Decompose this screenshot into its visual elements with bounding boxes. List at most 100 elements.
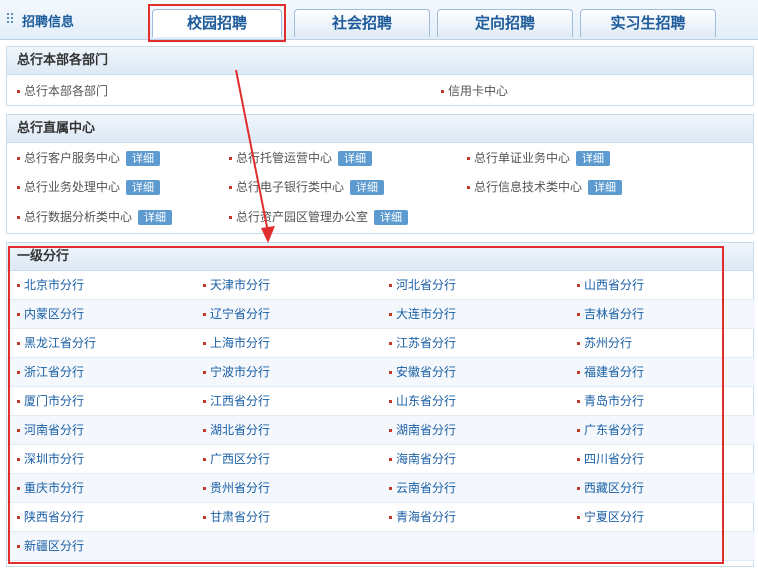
branch-link[interactable]: 贵州省分行	[203, 474, 270, 503]
link-center[interactable]: 总行单证业务中心	[474, 151, 570, 165]
table-row: 河南省分行 湖北省分行 湖南省分行 广东省分行	[7, 416, 755, 445]
list-item[interactable]: 总行本部各部门	[17, 82, 108, 99]
link-hq-departments[interactable]: 总行本部各部门	[24, 84, 108, 98]
branch-link[interactable]: 厦门市分行	[17, 387, 84, 416]
branch-link[interactable]: 广西区分行	[203, 445, 270, 474]
detail-button[interactable]: 详细	[338, 151, 373, 166]
detail-button[interactable]: 详细	[138, 210, 173, 225]
bullet-icon	[203, 458, 206, 461]
tab-social-recruitment[interactable]: 社会招聘	[294, 9, 430, 37]
tab-targeted-recruitment[interactable]: 定向招聘	[437, 9, 573, 37]
detail-button[interactable]: 详细	[126, 180, 161, 195]
bullet-icon	[577, 400, 580, 403]
branch-link[interactable]: 黑龙江省分行	[17, 329, 96, 358]
branch-label: 厦门市分行	[24, 394, 85, 408]
branch-link[interactable]: 湖北省分行	[203, 416, 270, 445]
bullet-icon	[17, 90, 20, 93]
bullet-icon	[389, 342, 392, 345]
list-item[interactable]: 总行数据分析类中心 详细	[17, 208, 173, 225]
branch-link[interactable]: 西藏区分行	[577, 474, 644, 503]
branch-link[interactable]: 吉林省分行	[577, 300, 644, 329]
bullet-icon	[577, 516, 580, 519]
branch-label: 深圳市分行	[24, 452, 85, 466]
branch-link[interactable]: 新疆区分行	[17, 532, 84, 561]
branch-link[interactable]: 辽宁省分行	[203, 300, 270, 329]
branch-link[interactable]: 河南省分行	[17, 416, 84, 445]
link-center[interactable]: 总行数据分析类中心	[24, 210, 132, 224]
link-credit-card-center[interactable]: 信用卡中心	[448, 84, 508, 98]
list-item[interactable]: 总行电子银行类中心 详细	[229, 178, 385, 195]
link-center[interactable]: 总行业务处理中心	[24, 180, 120, 194]
list-item[interactable]: 总行资产园区管理办公室 详细	[229, 208, 409, 225]
branch-link[interactable]: 山东省分行	[389, 387, 456, 416]
branch-link[interactable]: 江苏省分行	[389, 329, 456, 358]
branch-link[interactable]: 浙江省分行	[17, 358, 84, 387]
list-item[interactable]: 总行单证业务中心 详细	[467, 149, 611, 166]
link-center[interactable]: 总行资产园区管理办公室	[236, 210, 368, 224]
branch-link[interactable]: 湖南省分行	[389, 416, 456, 445]
link-center[interactable]: 总行信息技术类中心	[474, 180, 582, 194]
branch-label: 陕西省分行	[24, 510, 85, 524]
branch-link[interactable]: 宁波市分行	[203, 358, 270, 387]
tab-intern-recruitment[interactable]: 实习生招聘	[580, 9, 716, 37]
bullet-icon	[17, 516, 20, 519]
list-item[interactable]: 总行信息技术类中心 详细	[467, 178, 623, 195]
bullet-icon	[17, 458, 20, 461]
branch-link[interactable]: 四川省分行	[577, 445, 644, 474]
branch-link[interactable]: 山西省分行	[577, 271, 644, 300]
link-center[interactable]: 总行托管运营中心	[236, 151, 332, 165]
bullet-icon	[389, 429, 392, 432]
branch-link[interactable]: 广东省分行	[577, 416, 644, 445]
branch-link[interactable]: 内蒙区分行	[17, 300, 84, 329]
detail-button[interactable]: 详细	[374, 210, 409, 225]
branch-link[interactable]: 海南省分行	[389, 445, 456, 474]
link-center[interactable]: 总行电子银行类中心	[236, 180, 344, 194]
bullet-icon	[441, 90, 444, 93]
link-center[interactable]: 总行客户服务中心	[24, 151, 120, 165]
list-item[interactable]: 总行业务处理中心 详细	[17, 178, 161, 195]
bullet-icon	[229, 186, 232, 189]
branch-link[interactable]: 青海省分行	[389, 503, 456, 532]
branch-label: 新疆区分行	[24, 539, 85, 553]
branch-link[interactable]: 河北省分行	[389, 271, 456, 300]
branch-link[interactable]: 青岛市分行	[577, 387, 644, 416]
branch-link[interactable]: 宁夏区分行	[577, 503, 644, 532]
detail-button[interactable]: 详细	[588, 180, 623, 195]
bullet-icon	[229, 216, 232, 219]
table-row: 新疆区分行	[7, 532, 755, 561]
branch-link[interactable]: 大连市分行	[389, 300, 456, 329]
branch-label: 内蒙区分行	[24, 307, 85, 321]
list-item[interactable]: 信用卡中心	[441, 82, 508, 99]
branch-link[interactable]: 甘肃省分行	[203, 503, 270, 532]
branch-link[interactable]: 福建省分行	[577, 358, 644, 387]
branch-link[interactable]: 陕西省分行	[17, 503, 84, 532]
bullet-icon	[17, 371, 20, 374]
branch-link[interactable]: 重庆市分行	[17, 474, 84, 503]
bullet-icon	[17, 157, 20, 160]
detail-button[interactable]: 详细	[350, 180, 385, 195]
bullet-icon	[467, 157, 470, 160]
detail-button[interactable]: 详细	[126, 151, 161, 166]
branch-link[interactable]: 上海市分行	[203, 329, 270, 358]
bullet-icon	[389, 371, 392, 374]
branch-link[interactable]: 云南省分行	[389, 474, 456, 503]
section-branches: 一级分行 北京市分行 天津市分行 河北省分行 山西省分行 内蒙区分行 辽宁省分行 大连市分行…	[6, 242, 755, 567]
list-item[interactable]: 总行托管运营中心 详细	[229, 149, 373, 166]
branch-link[interactable]: 深圳市分行	[17, 445, 84, 474]
branch-link[interactable]: 苏州分行	[577, 329, 632, 358]
bullet-icon	[577, 284, 580, 287]
table-row: 厦门市分行 江西省分行 山东省分行 青岛市分行	[7, 387, 755, 416]
table-row: 重庆市分行 贵州省分行 云南省分行 西藏区分行	[7, 474, 755, 503]
bullet-icon	[577, 342, 580, 345]
branch-label: 云南省分行	[396, 481, 457, 495]
detail-button[interactable]: 详细	[576, 151, 611, 166]
branch-label: 河北省分行	[396, 278, 457, 292]
branch-label: 广东省分行	[584, 423, 645, 437]
branch-link[interactable]: 天津市分行	[203, 271, 270, 300]
branch-link[interactable]: 安徽省分行	[389, 358, 456, 387]
branch-label: 吉林省分行	[584, 307, 645, 321]
branch-label: 贵州省分行	[210, 481, 271, 495]
branch-link[interactable]: 北京市分行	[17, 271, 84, 300]
list-item[interactable]: 总行客户服务中心 详细	[17, 149, 161, 166]
branch-link[interactable]: 江西省分行	[203, 387, 270, 416]
